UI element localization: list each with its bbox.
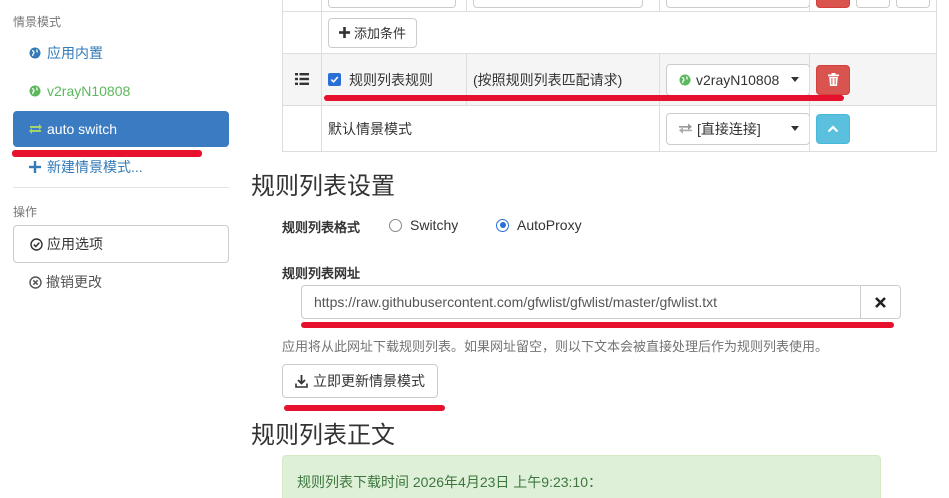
download-icon xyxy=(295,374,308,388)
default-profile-label: 默认情景模式 xyxy=(321,105,660,152)
sidebar-item-builtin[interactable]: 应用内置 xyxy=(13,35,229,71)
chevron-up-icon xyxy=(827,124,839,133)
sidebar-item-auto-switch[interactable]: auto switch xyxy=(13,111,229,147)
switch-rules-table: 添加条件 规则列表规则 (按照规则列表匹配请求) v2rayN10808 默认情… xyxy=(282,0,937,152)
rule-list-url-label: 规则列表网址 xyxy=(282,266,361,281)
chevron-down-icon xyxy=(791,126,799,131)
format-radio-switchy[interactable]: Switchy xyxy=(389,217,458,233)
trash-icon xyxy=(827,73,839,86)
globe-icon xyxy=(679,74,691,86)
update-profile-button[interactable]: 立即更新情景模式 xyxy=(282,364,438,398)
chevron-down-icon xyxy=(791,77,799,82)
annotation-underline xyxy=(324,95,844,101)
sidebar: 情景模式 应用内置 v2rayN10808 auto switch 新建情景模式… xyxy=(0,0,240,498)
rule-list-format-label: 规则列表格式 xyxy=(282,220,361,235)
transfer-icon xyxy=(679,123,692,134)
close-circle-icon xyxy=(29,275,42,289)
sidebar-divider xyxy=(13,187,229,188)
globe-icon xyxy=(27,47,43,59)
rule-list-profile-select[interactable]: v2rayN10808 xyxy=(666,63,810,96)
discard-changes-label: 撤销更改 xyxy=(46,274,102,290)
add-condition-label: 添加条件 xyxy=(354,26,407,41)
format-radio-autoproxy[interactable]: AutoProxy xyxy=(496,217,582,233)
rule-list-url-help: 应用将从此网址下载规则列表。如果网址留空，则以下文本会被直接处理后作为规则列表使… xyxy=(282,339,829,354)
radio-button[interactable] xyxy=(389,218,402,232)
discard-changes-link[interactable]: 撤销更改 xyxy=(13,267,229,297)
rule-list-checkbox[interactable] xyxy=(328,73,341,86)
sidebar-item-label: 新建情景模式... xyxy=(47,159,143,175)
sidebar-item-label: auto switch xyxy=(47,121,118,137)
plus-icon xyxy=(339,27,350,38)
selected-profile-label: [直接连接] xyxy=(697,120,761,137)
update-profile-label: 立即更新情景模式 xyxy=(313,373,425,389)
clear-url-button[interactable] xyxy=(861,285,901,319)
rule-list-settings-title: 规则列表设置 xyxy=(251,173,395,200)
annotation-underline xyxy=(284,405,445,411)
add-condition-button[interactable]: 添加条件 xyxy=(328,17,418,48)
selected-profile-label: v2rayN10808 xyxy=(696,71,780,88)
sidebar-item-label: v2rayN10808 xyxy=(47,83,131,99)
annotation-underline xyxy=(301,322,894,328)
globe-icon xyxy=(27,85,43,97)
delete-rule-button[interactable] xyxy=(816,64,850,95)
retweet-icon xyxy=(27,123,43,135)
check-circle-icon xyxy=(30,237,43,251)
format-option-label: AutoProxy xyxy=(517,217,582,233)
rule-list-content-title: 规则列表正文 xyxy=(251,422,395,449)
default-profile-select[interactable]: [直接连接] xyxy=(666,112,810,145)
rule-list-url-input[interactable] xyxy=(301,285,861,319)
plus-icon xyxy=(27,161,43,173)
download-time-alert: 规则列表下载时间 2026年4月23日 上午9:23:10： xyxy=(282,455,881,498)
close-icon xyxy=(875,296,886,308)
download-time-text: 规则列表下载时间 2026年4月23日 上午9:23:10： xyxy=(297,474,602,490)
sidebar-item-v2rayn[interactable]: v2rayN10808 xyxy=(13,73,229,109)
rule-list-url-group xyxy=(301,285,901,319)
format-option-label: Switchy xyxy=(410,217,459,233)
table-row xyxy=(282,0,937,12)
radio-button[interactable] xyxy=(496,218,509,232)
profiles-header: 情景模式 xyxy=(13,15,62,29)
table-row: 添加条件 xyxy=(282,11,937,54)
default-profile-row: 默认情景模式 [直接连接] xyxy=(282,105,937,152)
drag-handle-icon[interactable] xyxy=(295,72,309,85)
rule-list-checkbox-label: 规则列表规则 xyxy=(349,71,433,88)
apply-options-label: 应用选项 xyxy=(47,236,103,252)
move-up-button[interactable] xyxy=(816,113,850,144)
annotation-underline xyxy=(12,150,202,157)
apply-options-button[interactable]: 应用选项 xyxy=(13,225,229,263)
actions-header: 操作 xyxy=(13,205,38,219)
sidebar-item-label: 应用内置 xyxy=(47,45,103,61)
